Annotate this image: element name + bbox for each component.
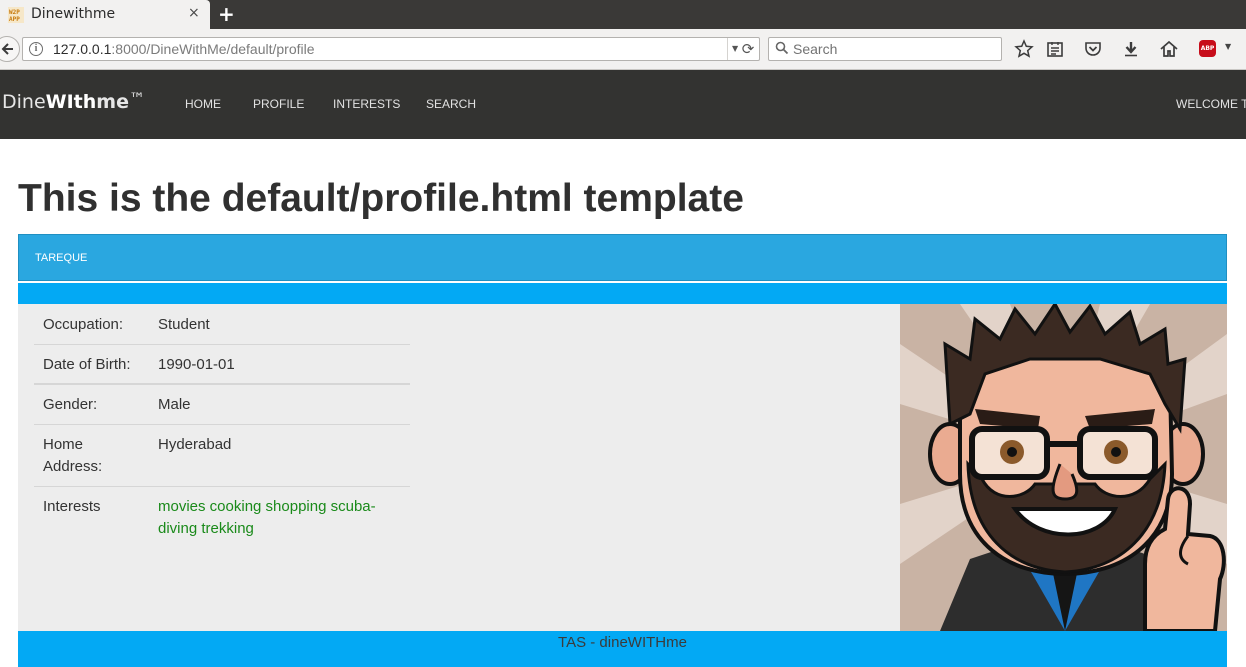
search-icon xyxy=(775,41,789,55)
tab-title: Dinewithme xyxy=(31,6,116,22)
address-bar[interactable]: i 127.0.0.1:8000/DineWithMe/default/prof… xyxy=(22,37,760,61)
browser-tab[interactable]: W2P APP Dinewithme × xyxy=(0,0,210,29)
pocket-icon[interactable] xyxy=(1083,39,1103,59)
page-title: This is the default/profile.html templat… xyxy=(18,177,744,220)
url-path: :8000/DineWithMe/default/profile xyxy=(111,41,315,57)
tab-close-icon[interactable]: × xyxy=(188,5,200,21)
svg-text:W2P: W2P xyxy=(9,9,20,16)
table-row: Occupation: Student xyxy=(34,304,410,345)
nav-search[interactable]: SEARCH xyxy=(426,97,476,111)
profile-panel-heading: TAREQUE xyxy=(18,234,1227,281)
panel-accent-strip xyxy=(18,281,1227,304)
site-brand[interactable]: DineWIthme™ xyxy=(2,89,145,113)
table-row: Date of Birth: 1990-01-01 xyxy=(34,345,410,385)
address-label: Home Address: xyxy=(43,436,103,475)
welcome-menu[interactable]: WELCOME T xyxy=(1176,97,1246,111)
url-text[interactable]: 127.0.0.1:8000/DineWithMe/default/profil… xyxy=(53,41,315,57)
home-icon[interactable] xyxy=(1159,39,1179,59)
nav-home[interactable]: HOME xyxy=(185,97,221,111)
address-value: Hyderabad xyxy=(158,436,232,453)
reading-list-icon[interactable] xyxy=(1045,39,1065,59)
svg-text:APP: APP xyxy=(9,16,20,23)
brand-part-with: WIth xyxy=(45,91,97,113)
search-placeholder: Search xyxy=(793,41,838,57)
new-tab-button[interactable]: + xyxy=(218,2,235,26)
browser-toolbar: i 127.0.0.1:8000/DineWithMe/default/prof… xyxy=(0,29,1246,70)
site-navbar: DineWIthme™ HOME PROFILE INTERESTS SEARC… xyxy=(0,70,1246,139)
nav-profile[interactable]: PROFILE xyxy=(253,97,304,111)
site-footer: TAS - dineWITHme xyxy=(18,631,1227,667)
search-bar[interactable]: Search xyxy=(768,37,1002,61)
brand-part-me: me xyxy=(96,91,129,113)
back-button[interactable] xyxy=(0,36,20,62)
gender-label: Gender: xyxy=(43,396,98,413)
gender-value: Male xyxy=(158,396,191,413)
occupation-value: Student xyxy=(158,316,210,333)
table-row: Home Address: Hyderabad xyxy=(34,425,410,487)
dob-value: 1990-01-01 xyxy=(158,356,235,373)
profile-info-table: Occupation: Student Date of Birth: 1990-… xyxy=(34,304,410,567)
interests-label: Interests xyxy=(43,498,101,515)
profile-panel-body: Occupation: Student Date of Birth: 1990-… xyxy=(18,304,1227,631)
url-divider xyxy=(727,38,728,60)
brand-trademark: ™ xyxy=(128,89,145,108)
avatar xyxy=(900,304,1227,631)
download-icon[interactable] xyxy=(1121,39,1141,59)
favicon-icon: W2P APP xyxy=(8,7,24,23)
brand-part-dine: Dine xyxy=(2,91,46,113)
url-host: 127.0.0.1 xyxy=(53,41,112,57)
profile-name: TAREQUE xyxy=(35,252,88,264)
dob-label: Date of Birth: xyxy=(43,356,131,373)
occupation-label: Occupation: xyxy=(43,316,124,333)
bookmark-star-icon[interactable] xyxy=(1014,39,1034,59)
nav-interests[interactable]: INTERESTS xyxy=(333,97,400,111)
reload-icon[interactable]: ⟳ xyxy=(736,37,760,61)
table-row: Interests movies cooking shopping scuba-… xyxy=(34,487,410,567)
site-info-icon[interactable]: i xyxy=(29,42,43,56)
interests-value: movies cooking shopping scuba-diving tre… xyxy=(158,498,376,537)
adblock-icon[interactable]: ABP xyxy=(1199,40,1216,57)
footer-text: TAS - dineWITHme xyxy=(558,634,687,651)
browser-tab-bar: W2P APP Dinewithme × + xyxy=(0,0,1246,29)
table-row: Gender: Male xyxy=(34,385,410,425)
back-arrow-icon xyxy=(1,43,13,55)
abp-menu-arrow-icon[interactable]: ▼ xyxy=(1225,42,1231,51)
